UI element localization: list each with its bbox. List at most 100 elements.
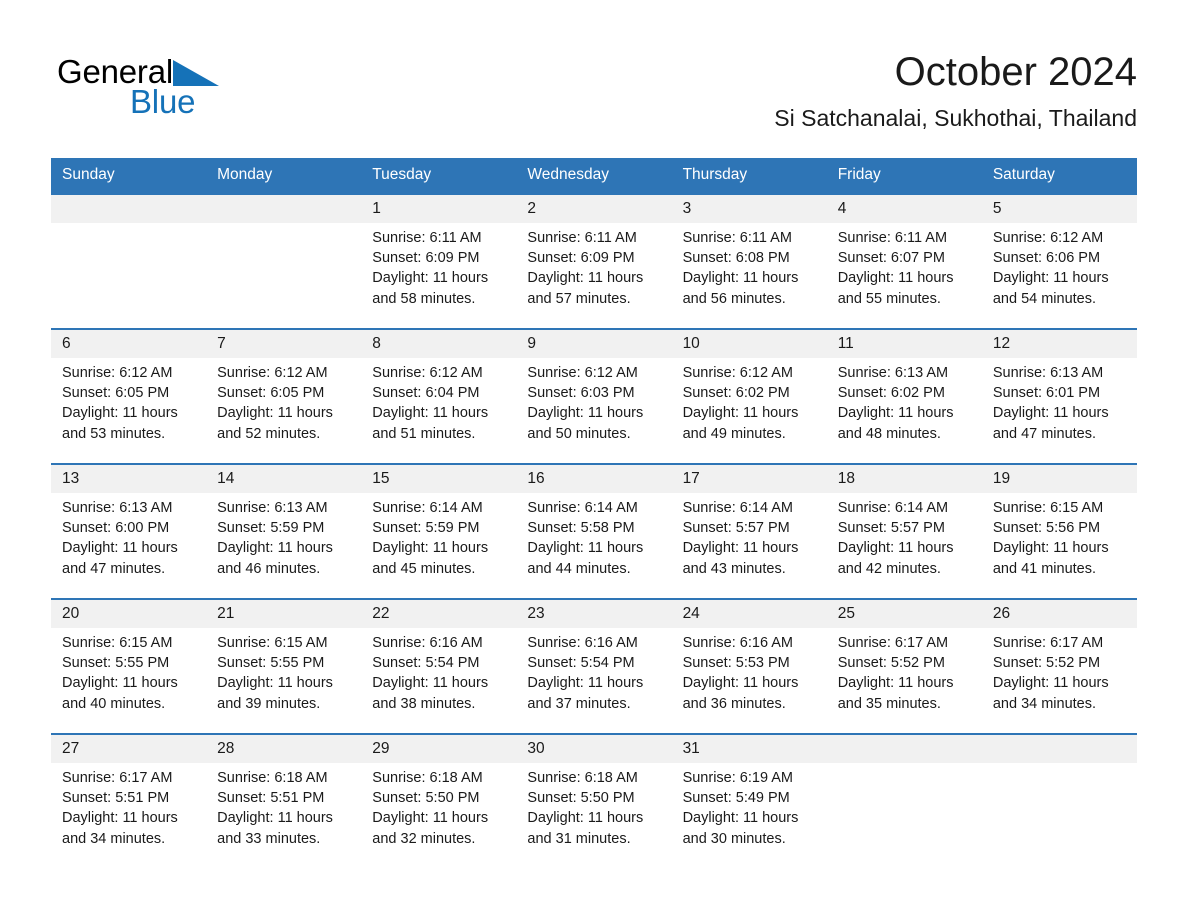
- sunset-text: Sunset: 6:02 PM: [682, 385, 790, 402]
- day-cell[interactable]: 9 Sunrise: 6:12 AM Sunset: 6:03 PM Dayli…: [516, 328, 672, 464]
- daylight-text-line2: and 49 minutes.: [682, 425, 786, 442]
- day-cell[interactable]: 6 Sunrise: 6:12 AM Sunset: 6:05 PM Dayli…: [51, 328, 207, 464]
- daylight-text-line1: Daylight: 11 hours: [62, 405, 178, 422]
- day-cell[interactable]: 4 Sunrise: 6:11 AM Sunset: 6:07 PM Dayli…: [826, 193, 982, 329]
- day-cell[interactable]: 15 Sunrise: 6:14 AM Sunset: 5:59 PM Dayl…: [361, 463, 517, 599]
- day-cell[interactable]: 23 Sunrise: 6:16 AM Sunset: 5:54 PM Dayl…: [516, 598, 672, 734]
- day-cell[interactable]: 7 Sunrise: 6:12 AM Sunset: 6:05 PM Dayli…: [206, 328, 362, 464]
- daylight-text-line2: and 30 minutes.: [682, 830, 786, 847]
- day-number: [981, 735, 1137, 763]
- day-cell[interactable]: 26 Sunrise: 6:17 AM Sunset: 5:52 PM Dayl…: [981, 598, 1137, 734]
- day-cell[interactable]: 21 Sunrise: 6:15 AM Sunset: 5:55 PM Dayl…: [206, 598, 362, 734]
- daylight-text-line2: and 31 minutes.: [527, 830, 631, 847]
- day-number: 31: [671, 735, 827, 763]
- day-cell[interactable]: 18 Sunrise: 6:14 AM Sunset: 5:57 PM Dayl…: [826, 463, 982, 599]
- day-cell[interactable]: 19 Sunrise: 6:15 AM Sunset: 5:56 PM Dayl…: [981, 463, 1137, 599]
- day-details: Sunrise: 6:18 AM Sunset: 5:50 PM Dayligh…: [361, 763, 516, 849]
- daylight-text-line1: Daylight: 11 hours: [372, 810, 489, 827]
- day-cell[interactable]: 22 Sunrise: 6:16 AM Sunset: 5:54 PM Dayl…: [361, 598, 517, 734]
- day-cell[interactable]: 29 Sunrise: 6:18 AM Sunset: 5:50 PM Dayl…: [361, 733, 517, 868]
- daylight-text-line2: and 35 minutes.: [837, 695, 941, 712]
- day-cell[interactable]: 30 Sunrise: 6:18 AM Sunset: 5:50 PM Dayl…: [516, 733, 672, 868]
- day-number: 14: [206, 465, 362, 493]
- day-details: Sunrise: 6:15 AM Sunset: 5:55 PM Dayligh…: [51, 628, 206, 714]
- day-cell[interactable]: [51, 193, 207, 329]
- sunset-text: Sunset: 6:07 PM: [837, 250, 945, 267]
- day-cell[interactable]: [206, 193, 362, 329]
- calendar-week-row: 27 Sunrise: 6:17 AM Sunset: 5:51 PM Dayl…: [51, 733, 1137, 868]
- daylight-text-line2: and 50 minutes.: [527, 425, 631, 442]
- day-number: 1: [361, 195, 517, 223]
- day-cell[interactable]: 11 Sunrise: 6:13 AM Sunset: 6:02 PM Dayl…: [826, 328, 982, 464]
- day-number: 29: [361, 735, 517, 763]
- daylight-text-line1: Daylight: 11 hours: [62, 675, 178, 692]
- day-cell[interactable]: 17 Sunrise: 6:14 AM Sunset: 5:57 PM Dayl…: [671, 463, 827, 599]
- day-details: Sunrise: 6:11 AM Sunset: 6:07 PM Dayligh…: [827, 223, 982, 309]
- day-number: 6: [51, 330, 207, 358]
- sunrise-text: Sunrise: 6:17 AM: [992, 635, 1104, 651]
- day-cell[interactable]: 1 Sunrise: 6:11 AM Sunset: 6:09 PM Dayli…: [361, 193, 517, 329]
- day-cell[interactable]: [981, 733, 1137, 868]
- daylight-text-line1: Daylight: 11 hours: [992, 405, 1109, 422]
- daylight-text-line1: Daylight: 11 hours: [372, 405, 489, 422]
- sunset-text: Sunset: 5:49 PM: [682, 790, 790, 807]
- weekday-header-sunday: Sunday: [51, 158, 207, 194]
- sunrise-text: Sunrise: 6:11 AM: [527, 230, 637, 246]
- day-number: 13: [51, 465, 207, 493]
- day-details: Sunrise: 6:13 AM Sunset: 6:00 PM Dayligh…: [51, 493, 206, 579]
- day-cell[interactable]: 16 Sunrise: 6:14 AM Sunset: 5:58 PM Dayl…: [516, 463, 672, 599]
- day-cell[interactable]: 24 Sunrise: 6:16 AM Sunset: 5:53 PM Dayl…: [671, 598, 827, 734]
- daylight-text-line1: Daylight: 11 hours: [682, 810, 799, 827]
- daylight-text-line2: and 58 minutes.: [372, 290, 476, 307]
- day-cell[interactable]: 20 Sunrise: 6:15 AM Sunset: 5:55 PM Dayl…: [51, 598, 207, 734]
- daylight-text-line2: and 33 minutes.: [217, 830, 321, 847]
- generalblue-logo[interactable]: General Blue: [57, 53, 287, 121]
- day-number: [51, 195, 207, 223]
- sunrise-text: Sunrise: 6:15 AM: [992, 500, 1104, 516]
- sunrise-text: Sunrise: 6:17 AM: [62, 770, 173, 786]
- calendar-header-row: Sunday Monday Tuesday Wednesday Thursday…: [51, 158, 1137, 194]
- day-cell[interactable]: 5 Sunrise: 6:12 AM Sunset: 6:06 PM Dayli…: [981, 193, 1137, 329]
- day-number: 19: [981, 465, 1137, 493]
- sunset-text: Sunset: 6:02 PM: [837, 385, 945, 402]
- daylight-text-line1: Daylight: 11 hours: [217, 810, 333, 827]
- day-cell[interactable]: 3 Sunrise: 6:11 AM Sunset: 6:08 PM Dayli…: [671, 193, 827, 329]
- sunrise-text: Sunrise: 6:15 AM: [217, 635, 328, 651]
- day-number: 5: [981, 195, 1137, 223]
- sunset-text: Sunset: 6:06 PM: [992, 250, 1101, 267]
- day-details: Sunrise: 6:11 AM Sunset: 6:09 PM Dayligh…: [361, 223, 516, 309]
- sunset-text: Sunset: 5:52 PM: [992, 655, 1101, 672]
- day-cell[interactable]: 2 Sunrise: 6:11 AM Sunset: 6:09 PM Dayli…: [516, 193, 672, 329]
- sunrise-text: Sunrise: 6:15 AM: [62, 635, 173, 651]
- day-cell[interactable]: 12 Sunrise: 6:13 AM Sunset: 6:01 PM Dayl…: [981, 328, 1137, 464]
- day-number: 24: [671, 600, 827, 628]
- day-details: Sunrise: 6:16 AM Sunset: 5:53 PM Dayligh…: [672, 628, 827, 714]
- daylight-text-line1: Daylight: 11 hours: [837, 405, 954, 422]
- day-cell[interactable]: 14 Sunrise: 6:13 AM Sunset: 5:59 PM Dayl…: [206, 463, 362, 599]
- day-details: Sunrise: 6:11 AM Sunset: 6:08 PM Dayligh…: [672, 223, 827, 309]
- day-cell[interactable]: 10 Sunrise: 6:12 AM Sunset: 6:02 PM Dayl…: [671, 328, 827, 464]
- sunset-text: Sunset: 5:55 PM: [62, 655, 170, 672]
- sunrise-text: Sunrise: 6:12 AM: [992, 230, 1104, 246]
- sunset-text: Sunset: 6:00 PM: [62, 520, 170, 537]
- day-details: Sunrise: 6:12 AM Sunset: 6:02 PM Dayligh…: [672, 358, 827, 444]
- day-cell[interactable]: 25 Sunrise: 6:17 AM Sunset: 5:52 PM Dayl…: [826, 598, 982, 734]
- daylight-text-line1: Daylight: 11 hours: [372, 675, 489, 692]
- sunrise-text: Sunrise: 6:18 AM: [372, 770, 483, 786]
- day-cell[interactable]: 27 Sunrise: 6:17 AM Sunset: 5:51 PM Dayl…: [51, 733, 207, 868]
- day-details: Sunrise: 6:12 AM Sunset: 6:05 PM Dayligh…: [206, 358, 361, 444]
- sunrise-text: Sunrise: 6:14 AM: [527, 500, 638, 516]
- daylight-text-line2: and 46 minutes.: [217, 560, 321, 577]
- day-details: Sunrise: 6:12 AM Sunset: 6:05 PM Dayligh…: [51, 358, 206, 444]
- day-cell[interactable]: 31 Sunrise: 6:19 AM Sunset: 5:49 PM Dayl…: [671, 733, 827, 868]
- day-number: 26: [981, 600, 1137, 628]
- day-cell[interactable]: 13 Sunrise: 6:13 AM Sunset: 6:00 PM Dayl…: [51, 463, 207, 599]
- day-cell[interactable]: [826, 733, 982, 868]
- sunrise-text: Sunrise: 6:11 AM: [837, 230, 948, 246]
- day-cell[interactable]: 28 Sunrise: 6:18 AM Sunset: 5:51 PM Dayl…: [206, 733, 362, 868]
- daylight-text-line1: Daylight: 11 hours: [837, 675, 954, 692]
- sunset-text: Sunset: 5:57 PM: [837, 520, 945, 537]
- day-cell[interactable]: 8 Sunrise: 6:12 AM Sunset: 6:04 PM Dayli…: [361, 328, 517, 464]
- daylight-text-line1: Daylight: 11 hours: [682, 675, 799, 692]
- daylight-text-line1: Daylight: 11 hours: [682, 540, 799, 557]
